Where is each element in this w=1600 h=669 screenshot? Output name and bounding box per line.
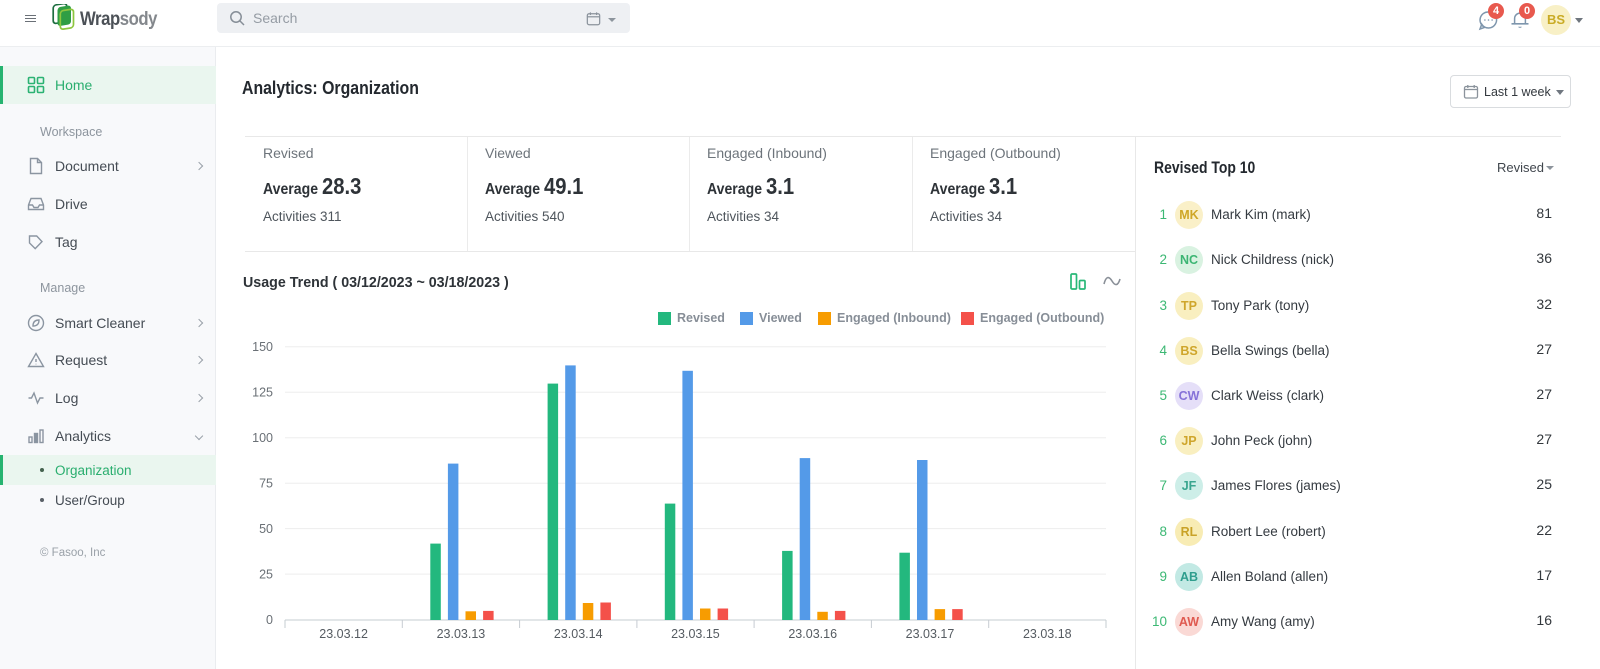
- svg-text:25: 25: [259, 568, 273, 582]
- svg-text:23.03.16: 23.03.16: [788, 627, 837, 641]
- svg-text:23.03.15: 23.03.15: [671, 627, 720, 641]
- svg-text:23.03.14: 23.03.14: [554, 627, 603, 641]
- svg-text:23.03.12: 23.03.12: [319, 627, 368, 641]
- svg-text:23.03.18: 23.03.18: [1023, 627, 1072, 641]
- svg-text:125: 125: [252, 386, 273, 400]
- svg-text:50: 50: [259, 522, 273, 536]
- svg-text:23.03.17: 23.03.17: [906, 627, 955, 641]
- svg-text:23.03.13: 23.03.13: [437, 627, 486, 641]
- svg-text:150: 150: [252, 340, 273, 354]
- svg-text:0: 0: [266, 613, 273, 627]
- svg-text:100: 100: [252, 431, 273, 445]
- svg-text:75: 75: [259, 477, 273, 491]
